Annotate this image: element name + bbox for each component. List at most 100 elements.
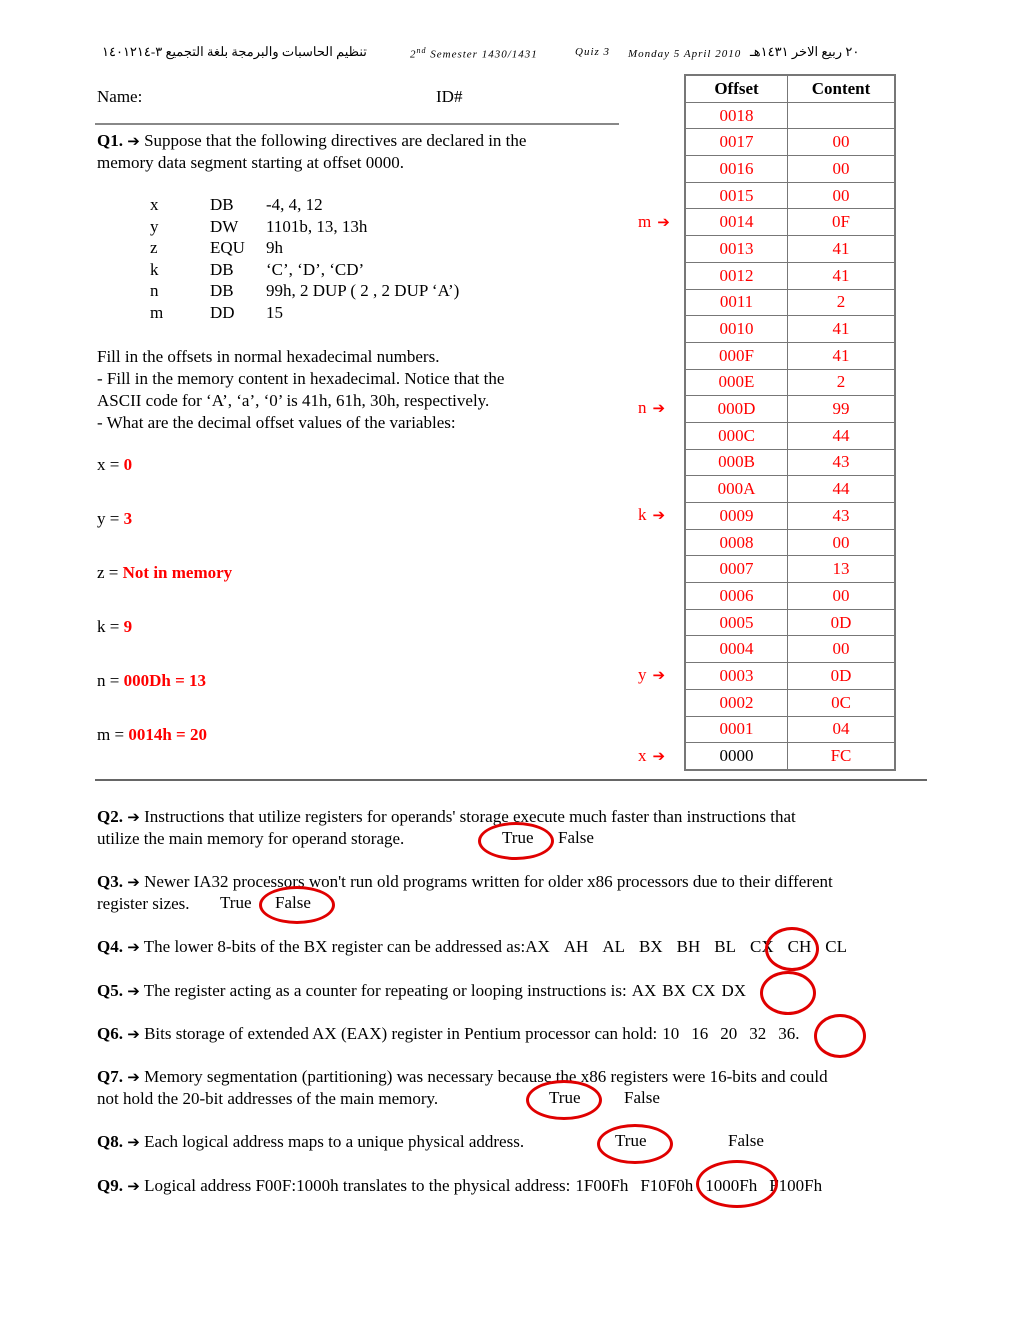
offset-cell[interactable]: 000A <box>684 475 788 503</box>
offset-cell[interactable]: 0005 <box>684 608 788 637</box>
offset-cell[interactable]: 000B <box>684 448 788 477</box>
content-cell[interactable]: 00 <box>787 582 896 610</box>
pointer-k: k ➔ <box>638 505 665 525</box>
memory-table: Offset Content 0018 0017 00 0016 00 0015 00 001… <box>684 74 896 771</box>
q4-option[interactable]: AH <box>564 937 589 956</box>
content-cell[interactable]: 00 <box>787 181 896 210</box>
directive-type: DB <box>210 281 234 301</box>
content-cell[interactable]: 41 <box>787 341 896 370</box>
q6-option[interactable]: 36. <box>778 1024 799 1043</box>
offset-cell[interactable]: 0002 <box>684 688 788 717</box>
q5-option[interactable]: BX <box>662 981 686 1000</box>
q7-option-false[interactable]: False <box>624 1088 660 1108</box>
table-row: 0005 0D <box>684 608 896 637</box>
q1-text-line2: memory data segment starting at offset 0… <box>97 153 405 172</box>
offset-cell[interactable]: 0008 <box>684 528 788 557</box>
directive-type: DB <box>210 259 234 279</box>
q4-option[interactable]: BH <box>677 937 701 956</box>
content-cell[interactable]: 44 <box>787 421 896 450</box>
offset-cell[interactable]: 0012 <box>684 261 788 290</box>
offset-cell[interactable]: 000D <box>684 395 788 423</box>
offset-answer-row: m = 0014h = 20 <box>97 725 207 745</box>
content-cell[interactable]: 00 <box>787 528 896 557</box>
offset-cell[interactable]: 0018 <box>684 101 788 130</box>
offset-cell[interactable]: 0003 <box>684 662 788 690</box>
q4-option[interactable]: CL <box>825 937 847 956</box>
header-course-arabic: تنظيم الحاسبات والبرمجة بلغة التجميع ٣-١… <box>102 44 367 59</box>
q6-option[interactable]: 32 <box>749 1024 766 1043</box>
semester-rest: Semester 1430/1431 <box>426 48 538 61</box>
content-cell[interactable]: 99 <box>787 395 896 423</box>
offset-cell[interactable]: 0017 <box>684 128 788 157</box>
q5-option[interactable]: DX <box>722 981 747 1000</box>
content-cell[interactable]: 0F <box>787 208 896 237</box>
q9-text: Logical address F00F:1000h translates to… <box>144 1176 571 1195</box>
q5-option[interactable]: AX <box>632 981 657 1000</box>
q6-option[interactable]: 20 <box>720 1024 737 1043</box>
content-cell[interactable]: FC <box>787 742 896 771</box>
q5-option[interactable]: CX <box>692 981 716 1000</box>
offset-cell[interactable]: 0016 <box>684 155 788 183</box>
table-row: 0003 0D <box>684 662 896 690</box>
content-cell[interactable]: 13 <box>787 555 896 584</box>
content-cell[interactable]: 44 <box>787 475 896 503</box>
offset-cell[interactable]: 0011 <box>684 288 788 317</box>
content-cell[interactable]: 41 <box>787 235 896 263</box>
directive-name: n <box>150 281 159 301</box>
offset-cell[interactable]: 0004 <box>684 635 788 664</box>
q8-option-false[interactable]: False <box>728 1131 764 1151</box>
q6: Q6. ➔ Bits storage of extended AX (EAX) … <box>97 1023 800 1045</box>
q4-answer-circle <box>765 927 819 971</box>
q6-option[interactable]: 16 <box>691 1024 708 1043</box>
q3-option-true[interactable]: True <box>220 893 252 913</box>
content-cell[interactable]: 43 <box>787 502 896 530</box>
q9-option[interactable]: F10F0h <box>640 1176 693 1195</box>
offset-cell[interactable]: 0010 <box>684 315 788 343</box>
offset-cell[interactable]: 0009 <box>684 502 788 530</box>
content-cell[interactable]: 2 <box>787 288 896 317</box>
content-cell[interactable]: 00 <box>787 635 896 664</box>
q4-option[interactable]: BX <box>639 937 663 956</box>
content-cell[interactable]: 0C <box>787 688 896 717</box>
content-cell[interactable]: 43 <box>787 448 896 477</box>
directive-value: ‘C’, ‘D’, ‘CD’ <box>266 259 365 279</box>
offset-cell[interactable]: 000F <box>684 341 788 370</box>
content-cell[interactable]: 41 <box>787 261 896 290</box>
content-cell[interactable] <box>787 101 896 130</box>
directive-value: 1101b, 13, 13h <box>266 216 368 236</box>
offset-cell[interactable]: 000C <box>684 421 788 450</box>
content-cell[interactable]: 00 <box>787 128 896 157</box>
offset-cell[interactable]: 0013 <box>684 235 788 263</box>
q1-instructions: Fill in the offsets in normal hexadecima… <box>97 346 504 434</box>
offset-cell[interactable]: 0001 <box>684 715 788 744</box>
table-row: 0009 43 <box>684 502 896 530</box>
header-divider <box>95 123 619 125</box>
table-row: 0017 00 <box>684 128 896 157</box>
q8-answer-circle <box>597 1124 673 1164</box>
q4-option[interactable]: BL <box>714 937 736 956</box>
content-cell[interactable]: 0D <box>787 662 896 690</box>
offset-cell[interactable]: 0014 <box>684 208 788 237</box>
content-cell[interactable]: 41 <box>787 315 896 343</box>
offset-cell[interactable]: 0000 <box>684 742 788 771</box>
offset-cell[interactable]: 0006 <box>684 582 788 610</box>
content-cell[interactable]: 00 <box>787 155 896 183</box>
arrow-right-icon: ➔ <box>657 212 670 231</box>
q4-option[interactable]: AX <box>525 937 550 956</box>
directive-value: 99h, 2 DUP ( 2 , 2 DUP ‘A’) <box>266 281 460 301</box>
content-cell[interactable]: 0D <box>787 608 896 637</box>
offset-cell[interactable]: 0007 <box>684 555 788 584</box>
q2-option-false[interactable]: False <box>558 828 594 848</box>
q8-label: Q8. <box>97 1132 123 1151</box>
q6-label: Q6. <box>97 1024 123 1043</box>
content-cell[interactable]: 2 <box>787 368 896 397</box>
offset-cell[interactable]: 0015 <box>684 181 788 210</box>
q6-option[interactable]: 10 <box>662 1024 679 1043</box>
table-row: 000D 99 <box>684 395 896 423</box>
q9-option[interactable]: 1F00Fh <box>575 1176 628 1195</box>
q6-options: 10 16 20 32 36. <box>662 1024 799 1043</box>
table-row: 000A 44 <box>684 475 896 503</box>
offset-cell[interactable]: 000E <box>684 368 788 397</box>
content-cell[interactable]: 04 <box>787 715 896 744</box>
q4-option[interactable]: AL <box>602 937 625 956</box>
